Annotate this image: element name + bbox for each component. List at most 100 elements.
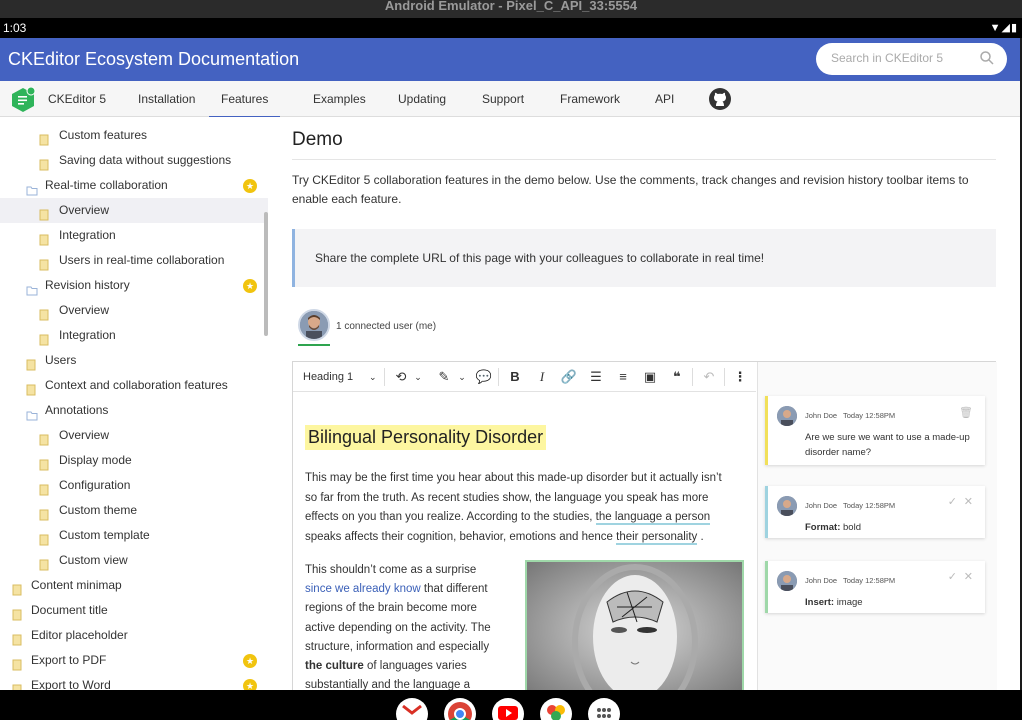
gmail-icon[interactable]	[396, 698, 428, 720]
chevron-down-icon[interactable]: ⌄	[409, 368, 427, 386]
wifi-icon: ▼◢▮	[989, 22, 1018, 34]
sidebar-item-custom-template[interactable]: Custom template	[0, 523, 268, 548]
paragraph-text: .	[697, 530, 704, 543]
sidebar-item-label: Content minimap	[31, 578, 122, 592]
suggestion-highlight[interactable]: the language a person	[595, 511, 711, 526]
link-icon[interactable]: 🔗	[560, 368, 578, 386]
main-content: Demo Try CKEditor 5 collaboration featur…	[268, 117, 1020, 690]
sidebar-item-label: Overview	[59, 303, 110, 317]
image-icon[interactable]: ▣	[641, 368, 659, 386]
sidebar-item-content-minimap[interactable]: Content minimap	[0, 573, 268, 598]
sidebar-item-integration-rh[interactable]: Integration	[0, 323, 268, 348]
close-icon[interactable]: ✕	[964, 570, 973, 583]
suggestion-thread[interactable]: John Doe Today 12:58PM ✓ ✕ Format: bold	[765, 486, 985, 538]
file-icon	[26, 380, 36, 396]
search-input[interactable]	[831, 51, 981, 65]
sidebar-item-users[interactable]: Users	[0, 348, 268, 373]
sidebar-item-export-word[interactable]: Export to Word ★	[0, 673, 268, 690]
sidebar-item-context-collab[interactable]: Context and collaboration features	[0, 373, 268, 398]
sidebar-item-realtime-collaboration[interactable]: Real-time collaboration ★	[0, 173, 268, 198]
suggestion-highlight[interactable]: their personality	[616, 530, 698, 545]
accept-check-icon[interactable]: ✓	[948, 495, 957, 508]
track-changes-icon[interactable]: ✎	[435, 368, 453, 386]
file-icon	[39, 530, 49, 546]
trash-icon[interactable]: 🗑	[959, 406, 973, 419]
sidebar-item-label: Users	[45, 353, 77, 367]
nav-updating[interactable]: Updating	[398, 92, 446, 106]
file-icon	[39, 255, 49, 271]
nav-examples[interactable]: Examples	[313, 92, 366, 106]
nav-api[interactable]: API	[655, 92, 674, 106]
chrome-icon[interactable]	[444, 698, 476, 720]
sidebar-item-custom-theme[interactable]: Custom theme	[0, 498, 268, 523]
sidebar-item-revision-history[interactable]: Revision history ★	[0, 273, 268, 298]
search-box[interactable]	[816, 43, 1007, 75]
nav-framework[interactable]: Framework	[560, 92, 620, 106]
sidebar-item-custom-features[interactable]: Custom features	[0, 123, 268, 148]
document-image[interactable]	[525, 560, 744, 690]
sidebar-item-label: Document title	[31, 603, 108, 617]
bold-icon[interactable]: B	[506, 368, 524, 386]
chevron-down-icon[interactable]: ⌄	[369, 372, 377, 383]
file-icon	[39, 230, 49, 246]
bulleted-list-icon[interactable]: ☰	[587, 368, 605, 386]
sidebar-item-custom-view[interactable]: Custom view	[0, 548, 268, 573]
document-link[interactable]: since we already know	[305, 583, 421, 595]
file-icon	[12, 630, 22, 646]
site-title[interactable]: CKEditor Ecosystem Documentation	[8, 49, 299, 70]
sidebar-item-document-title[interactable]: Document title	[0, 598, 268, 623]
github-icon[interactable]	[708, 87, 732, 111]
document-paragraph[interactable]: This shouldn’t come as a surprise since …	[305, 561, 505, 690]
nav-installation[interactable]: Installation	[138, 92, 195, 106]
undo-icon[interactable]: ↶	[700, 368, 718, 386]
editable-area[interactable]: Bilingual Personality Disorder This may …	[293, 393, 756, 690]
suggestion-thread[interactable]: John Doe Today 12:58PM ✓ ✕ Insert: image	[765, 561, 985, 613]
avatar[interactable]	[298, 309, 330, 341]
nav-support[interactable]: Support	[482, 92, 524, 106]
close-icon[interactable]: ✕	[964, 495, 973, 508]
sidebar-item-display-mode[interactable]: Display mode	[0, 448, 268, 473]
youtube-icon[interactable]	[492, 698, 524, 720]
editor-toolbar: Heading 1 ⌄ ⟲ ⌄ ✎ ⌄ 💬 B I 🔗 ☰ ≡ ▣ ❝ ↶ ⋮	[293, 362, 756, 392]
sidebar-item-overview[interactable]: Overview	[0, 198, 268, 223]
nav-features[interactable]: Features	[209, 92, 281, 118]
numbered-list-icon[interactable]: ≡	[614, 368, 632, 386]
search-icon[interactable]	[979, 50, 995, 66]
blockquote-icon[interactable]: ❝	[668, 368, 686, 386]
intro-text: Try CKEditor 5 collaboration features in…	[292, 173, 969, 206]
file-icon	[39, 130, 49, 146]
sidebar-item-label: Custom theme	[59, 503, 138, 517]
suggestion-value: image	[836, 597, 863, 608]
photos-icon[interactable]	[540, 698, 572, 720]
sidebar-item-overview-rh[interactable]: Overview	[0, 298, 268, 323]
app-drawer-icon[interactable]	[588, 698, 620, 720]
comment-time: Today 12:58PM	[843, 411, 896, 420]
sidebar-item-editor-placeholder[interactable]: Editor placeholder	[0, 623, 268, 648]
sidebar-item-label: Context and collaboration features	[45, 378, 228, 392]
suggestion-value: bold	[843, 522, 861, 533]
suggestion-body: Insert: image	[805, 595, 980, 610]
sidebar-item-overview-ann[interactable]: Overview	[0, 423, 268, 448]
heading-dropdown[interactable]: Heading 1	[303, 371, 353, 383]
comment-icon[interactable]: 💬	[475, 368, 493, 386]
italic-icon[interactable]: I	[533, 368, 551, 386]
sidebar-item-export-pdf[interactable]: Export to PDF ★	[0, 648, 268, 673]
more-options-icon[interactable]: ⋮	[731, 368, 749, 386]
revision-history-icon[interactable]: ⟲	[392, 368, 410, 386]
sidebar-item-configuration[interactable]: Configuration	[0, 473, 268, 498]
sidebar-item-annotations[interactable]: Annotations	[0, 398, 268, 423]
sidebar-item-integration[interactable]: Integration	[0, 223, 268, 248]
comment-author: John Doe	[805, 501, 838, 510]
document-heading[interactable]: Bilingual Personality Disorder	[305, 425, 547, 450]
nav-ckeditor5[interactable]: CKEditor 5	[48, 92, 106, 106]
android-dock	[0, 690, 1022, 720]
paragraph-text: This shouldn’t come as a surprise	[305, 564, 477, 576]
comment-thread[interactable]: John Doe Today 12:58PM 🗑 Are we sure we …	[765, 396, 985, 465]
paragraph-text: speaks affects their cognition, behavior…	[305, 530, 617, 543]
chevron-down-icon[interactable]: ⌄	[453, 368, 471, 386]
sidebar-item-users-rtc[interactable]: Users in real-time collaboration	[0, 248, 268, 273]
ckeditor-logo-icon[interactable]	[10, 87, 36, 113]
sidebar-item-saving-data[interactable]: Saving data without suggestions	[0, 148, 268, 173]
document-paragraph[interactable]: This may be the first time you hear abou…	[305, 469, 735, 547]
accept-check-icon[interactable]: ✓	[948, 570, 957, 583]
